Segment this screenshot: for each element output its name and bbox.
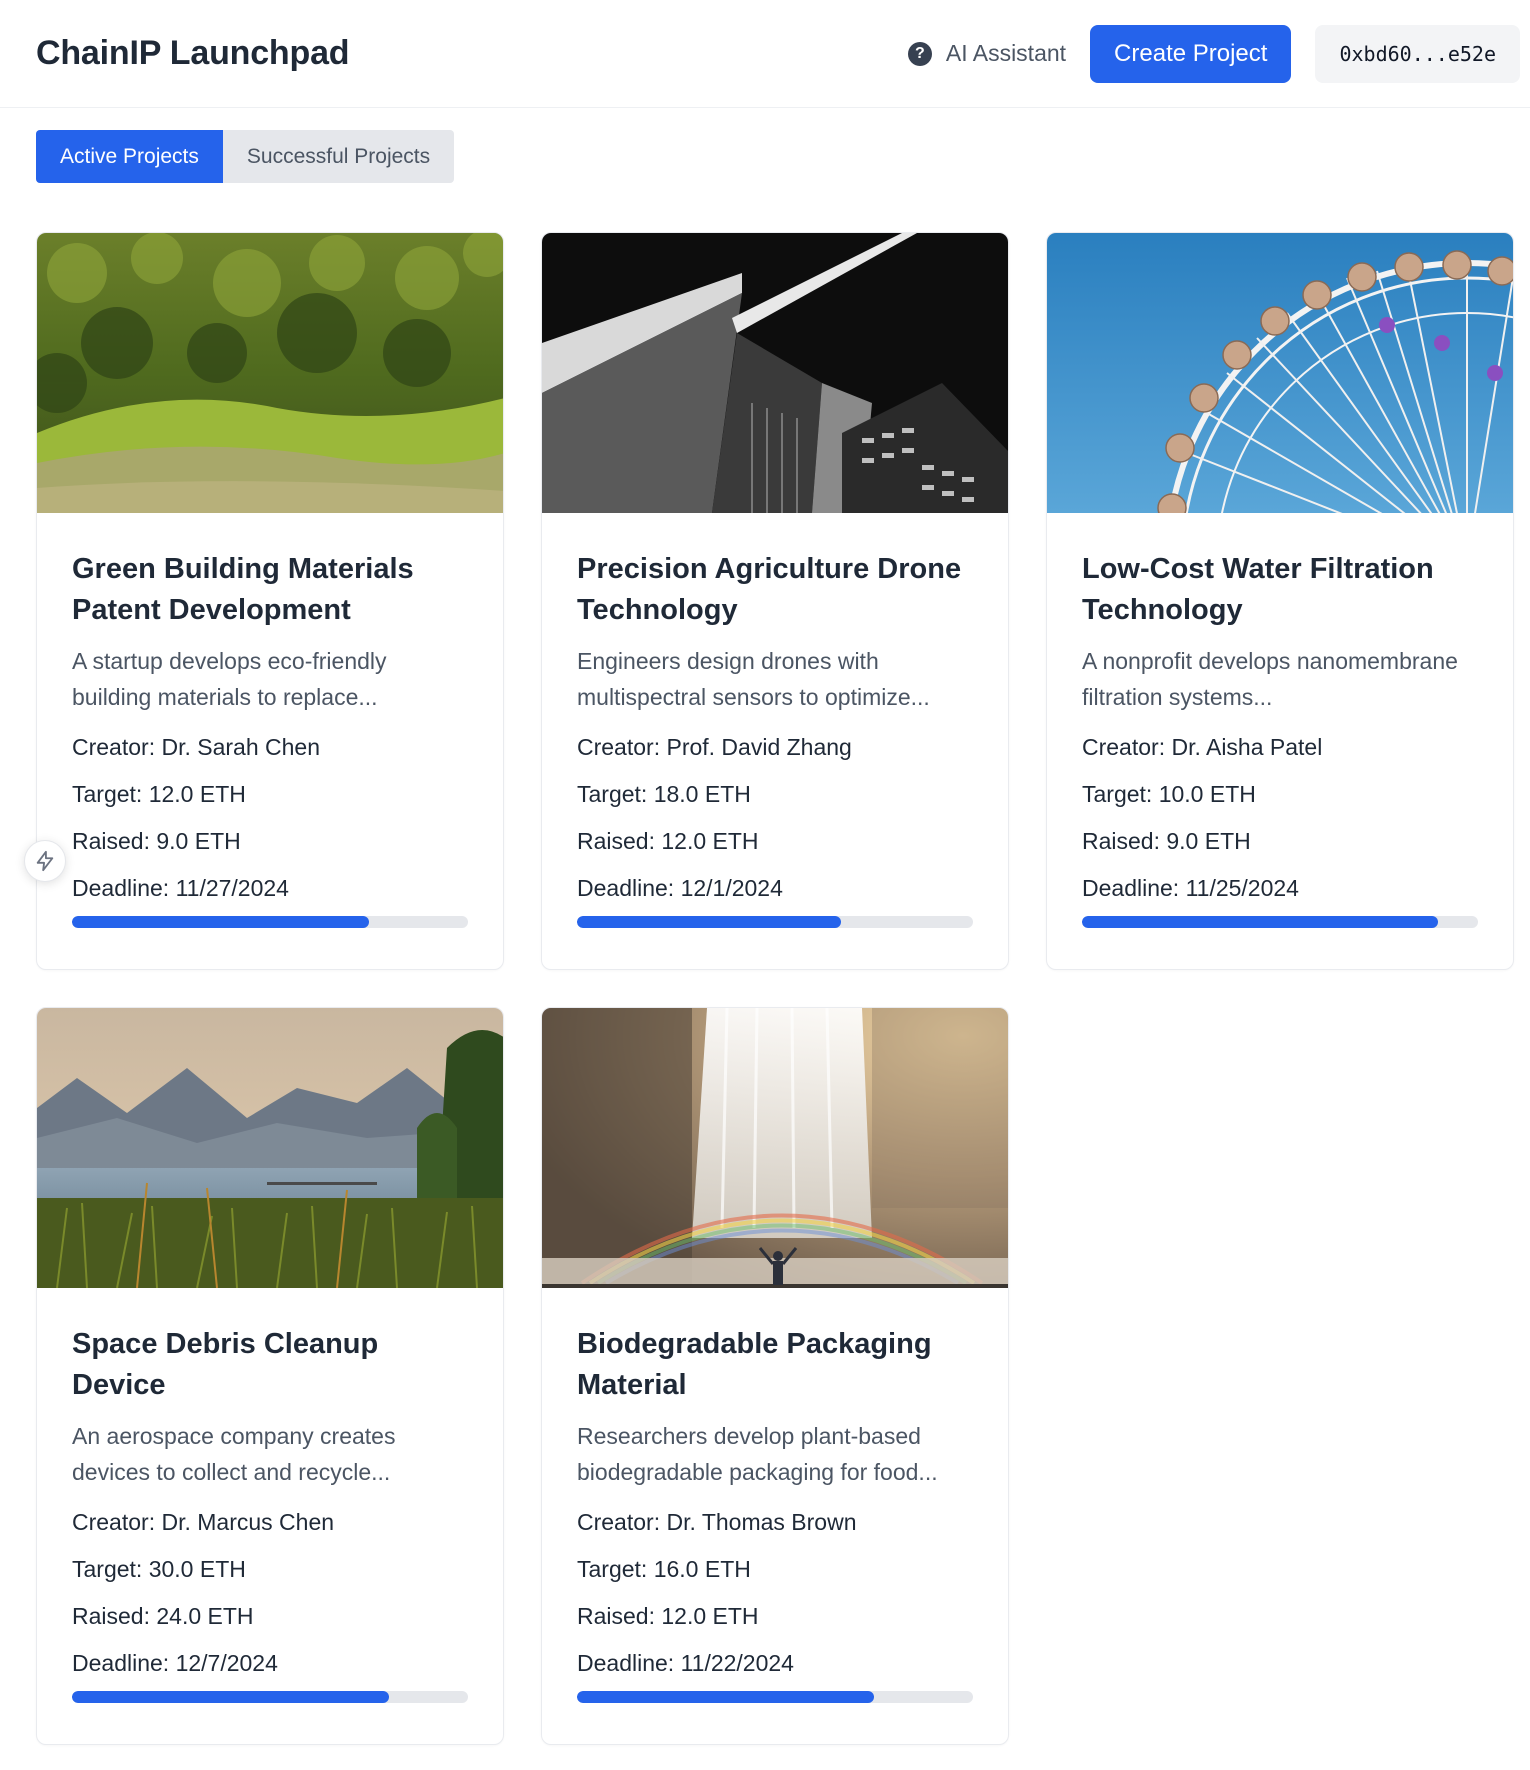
funding-progress-bar xyxy=(72,916,468,928)
project-card-body: Precision Agriculture Drone Technology E… xyxy=(542,513,1008,928)
funding-progress-fill xyxy=(72,916,369,928)
project-grid: Green Building Materials Patent Developm… xyxy=(36,232,1514,1745)
project-creator: Creator: Dr. Sarah Chen xyxy=(72,734,321,760)
project-card[interactable]: Low-Cost Water Filtration Technology A n… xyxy=(1046,232,1514,970)
project-creator: Creator: Prof. David Zhang xyxy=(577,734,852,760)
project-image-moss xyxy=(37,233,503,513)
project-card-body: Biodegradable Packaging Material Researc… xyxy=(542,1288,1008,1703)
project-description: A startup develops eco-friendly building… xyxy=(72,648,387,710)
lightning-icon xyxy=(36,850,54,872)
project-target: Target: 30.0 ETH xyxy=(72,1556,246,1582)
app-title: ChainIP Launchpad xyxy=(36,34,350,72)
project-title: Green Building Materials Patent Developm… xyxy=(72,553,414,626)
project-deadline: Deadline: 11/22/2024 xyxy=(577,1650,794,1676)
project-title: Space Debris Cleanup Device xyxy=(72,1328,379,1401)
ai-assistant-button[interactable]: ? AI Assistant xyxy=(907,40,1067,67)
project-image-architecture xyxy=(542,233,1008,513)
project-target: Target: 12.0 ETH xyxy=(72,781,246,807)
create-project-button[interactable]: Create Project xyxy=(1090,24,1292,83)
project-card-body: Space Debris Cleanup Device An aerospace… xyxy=(37,1288,503,1703)
funding-progress-bar xyxy=(577,1691,973,1703)
project-description: A nonprofit develops nanomembrane filtra… xyxy=(1082,648,1458,710)
project-raised: Raised: 9.0 ETH xyxy=(1082,828,1251,854)
project-tabs: Active Projects Successful Projects xyxy=(36,130,455,183)
project-raised: Raised: 9.0 ETH xyxy=(72,828,241,854)
project-target: Target: 10.0 ETH xyxy=(1082,781,1256,807)
project-target: Target: 18.0 ETH xyxy=(577,781,751,807)
project-image-lake xyxy=(37,1008,503,1288)
help-icon: ? xyxy=(907,41,932,66)
project-card[interactable]: Precision Agriculture Drone Technology E… xyxy=(541,232,1009,970)
funding-progress-fill xyxy=(577,1691,874,1703)
funding-progress-fill xyxy=(577,916,842,928)
project-image-ferris-wheel xyxy=(1047,233,1513,513)
project-deadline: Deadline: 11/27/2024 xyxy=(72,875,289,901)
funding-progress-bar xyxy=(72,1691,468,1703)
project-deadline: Deadline: 12/1/2024 xyxy=(577,875,783,901)
project-creator: Creator: Dr. Thomas Brown xyxy=(577,1509,857,1535)
ai-assistant-label: AI Assistant xyxy=(945,40,1067,66)
project-creator: Creator: Dr. Aisha Patel xyxy=(1082,734,1323,760)
tab-active-projects[interactable]: Active Projects xyxy=(36,130,223,183)
project-raised: Raised: 12.0 ETH xyxy=(577,1603,759,1629)
project-deadline: Deadline: 11/25/2024 xyxy=(1082,875,1299,901)
project-target: Target: 16.0 ETH xyxy=(577,1556,751,1582)
wallet-address-button[interactable]: 0xbd60...e52e xyxy=(1315,24,1520,83)
project-description: Engineers design drones with multispectr… xyxy=(577,648,930,710)
project-title: Low-Cost Water Filtration Technology xyxy=(1082,553,1434,626)
project-title: Biodegradable Packaging Material xyxy=(577,1328,932,1401)
project-raised: Raised: 24.0 ETH xyxy=(72,1603,254,1629)
project-raised: Raised: 12.0 ETH xyxy=(577,828,759,854)
project-deadline: Deadline: 12/7/2024 xyxy=(72,1650,278,1676)
project-card[interactable]: Biodegradable Packaging Material Researc… xyxy=(541,1007,1009,1745)
project-title: Precision Agriculture Drone Technology xyxy=(577,553,962,626)
project-card-body: Green Building Materials Patent Developm… xyxy=(37,513,503,928)
project-card-body: Low-Cost Water Filtration Technology A n… xyxy=(1047,513,1513,928)
header-actions: ? AI Assistant Create Project 0xbd60...e… xyxy=(907,24,1520,83)
funding-progress-fill xyxy=(1082,916,1439,928)
project-description: An aerospace company creates devices to … xyxy=(72,1423,396,1485)
top-header: ChainIP Launchpad ? AI Assistant Create … xyxy=(0,0,1530,108)
project-card[interactable]: Space Debris Cleanup Device An aerospace… xyxy=(36,1007,504,1745)
tab-successful-projects[interactable]: Successful Projects xyxy=(223,130,454,183)
project-image-waterfall xyxy=(542,1008,1008,1288)
project-creator: Creator: Dr. Marcus Chen xyxy=(72,1509,335,1535)
quick-action-button[interactable] xyxy=(24,840,66,882)
funding-progress-bar xyxy=(577,916,973,928)
project-card[interactable]: Green Building Materials Patent Developm… xyxy=(36,232,504,970)
funding-progress-bar xyxy=(1082,916,1478,928)
project-description: Researchers develop plant-based biodegra… xyxy=(577,1423,938,1485)
funding-progress-fill xyxy=(72,1691,389,1703)
